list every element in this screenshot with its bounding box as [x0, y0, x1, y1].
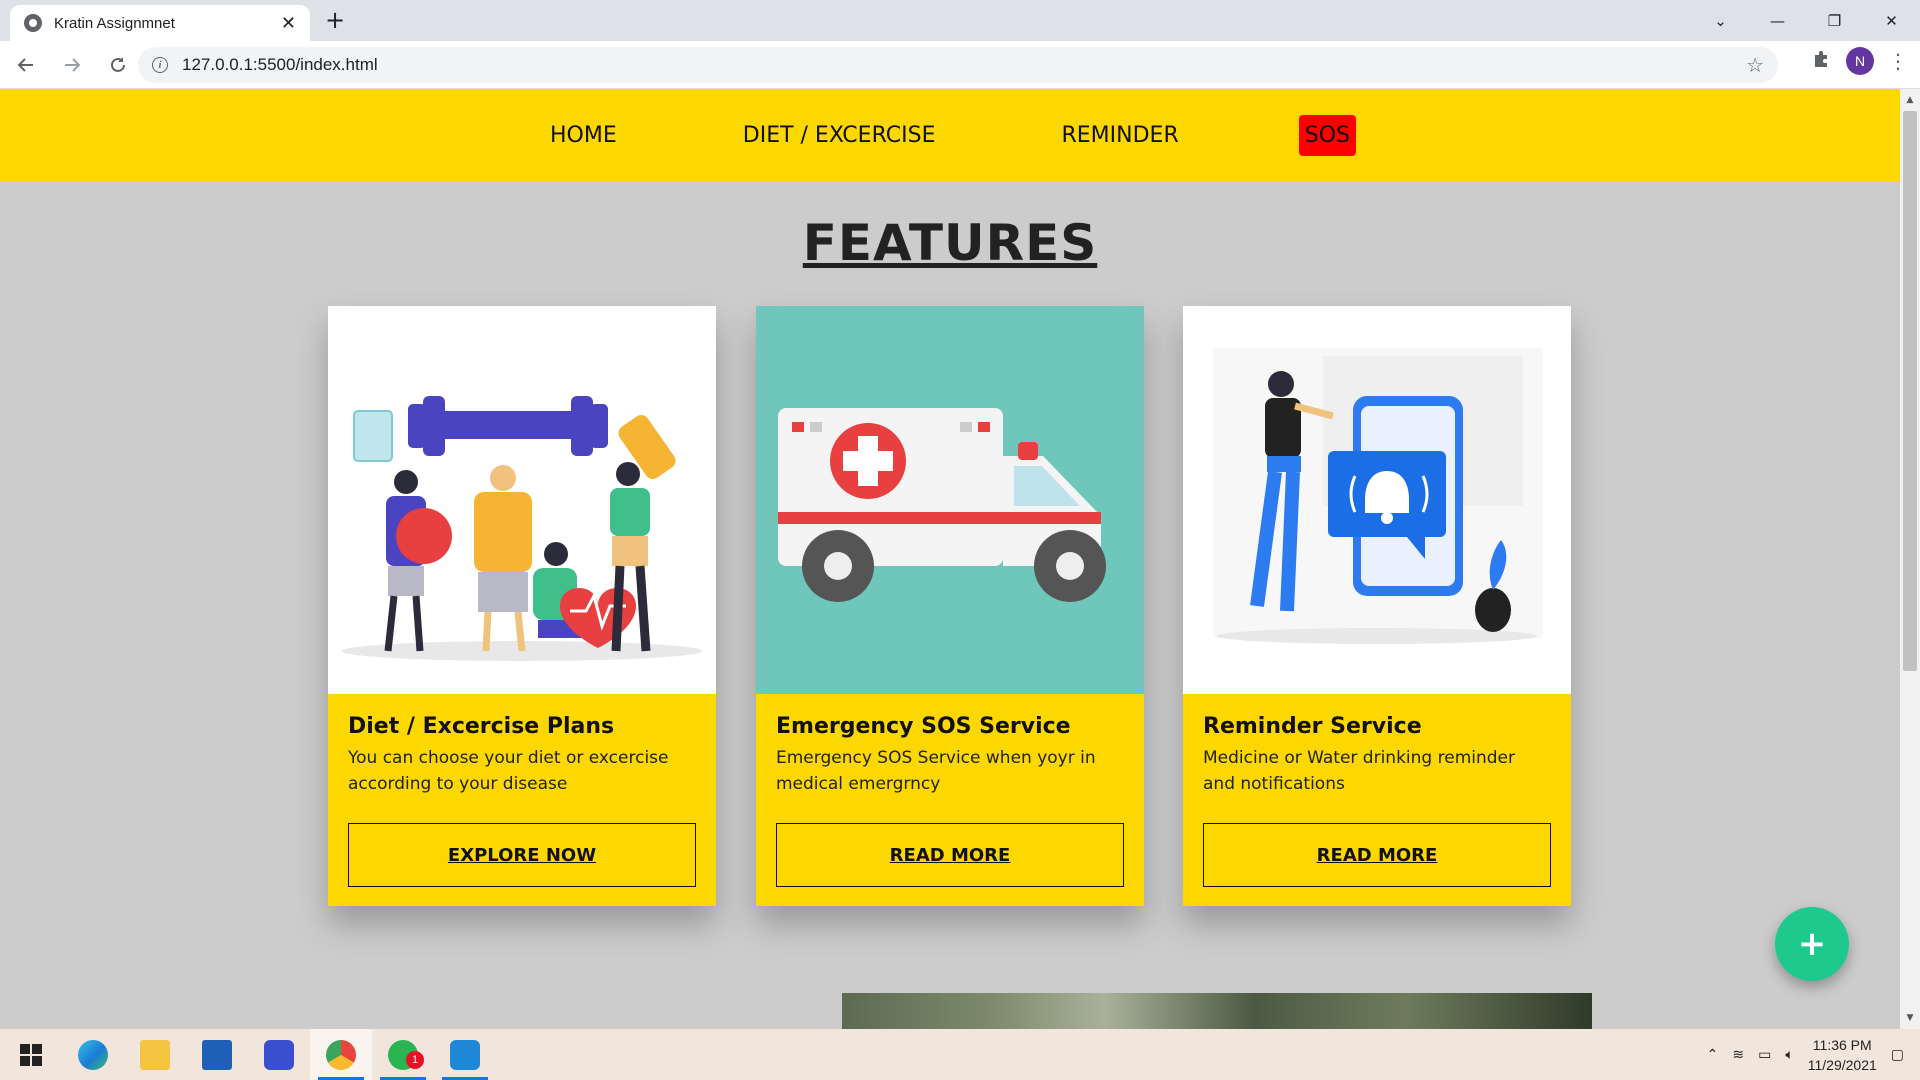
feature-card-sos: Emergency SOS Service Emergency SOS Serv…: [756, 306, 1144, 906]
page-viewport: HOME DIET / EXCERCISE REMINDER SOS FEATU…: [0, 89, 1900, 1029]
close-tab-icon[interactable]: ✕: [281, 13, 296, 34]
foliage-photo: [842, 993, 1592, 1029]
back-icon[interactable]: [6, 45, 46, 85]
browser-tab[interactable]: Kratin Assignmnet ✕: [10, 5, 310, 41]
clock-date: 11/29/2021: [1807, 1056, 1877, 1073]
card-description: You can choose your diet or excercise ac…: [348, 748, 669, 794]
scroll-down-arrow-icon[interactable]: ▼: [1900, 1009, 1920, 1027]
card-title: Reminder Service: [1203, 714, 1422, 739]
whatsapp-badge: 1: [406, 1051, 424, 1069]
edge-browser-icon[interactable]: [62, 1029, 124, 1080]
bookmark-star-icon[interactable]: ☆: [1746, 53, 1764, 77]
reminder-illustration: [1183, 306, 1571, 694]
explore-now-button[interactable]: EXPLORE NOW: [348, 823, 696, 887]
file-explorer-icon[interactable]: [124, 1029, 186, 1080]
tab-title: Kratin Assignmnet: [54, 14, 175, 32]
browser-toolbar: i 127.0.0.1:5500/index.html ☆ N ⋮: [0, 41, 1920, 89]
scrollbar-thumb[interactable]: [1903, 111, 1917, 671]
minimize-button[interactable]: —: [1749, 0, 1806, 41]
reload-icon[interactable]: [98, 45, 138, 85]
extensions-puzzle-icon[interactable]: [1812, 49, 1832, 74]
features-heading: FEATURES: [802, 214, 1098, 272]
restore-button[interactable]: ❐: [1806, 0, 1863, 41]
globe-icon: [24, 14, 42, 32]
chrome-icon[interactable]: [310, 1029, 372, 1080]
battery-icon[interactable]: ▭: [1758, 1046, 1771, 1063]
menu-kebab-icon[interactable]: ⋮: [1888, 49, 1908, 73]
windows-start-icon[interactable]: [0, 1029, 62, 1080]
card-description: Emergency SOS Service when yoyr in medic…: [776, 748, 1096, 794]
nav-home[interactable]: HOME: [544, 117, 623, 154]
vscode-icon[interactable]: [434, 1029, 496, 1080]
window-controls: ⌄ — ❐ ✕: [1692, 0, 1920, 41]
card-title: Emergency SOS Service: [776, 714, 1071, 739]
read-more-reminder-button[interactable]: READ MORE: [1203, 823, 1551, 887]
feature-card-diet: Diet / Excercise Plans You can choose yo…: [328, 306, 716, 906]
diet-illustration: [328, 306, 716, 694]
read-more-sos-button[interactable]: READ MORE: [776, 823, 1124, 887]
wifi-icon[interactable]: ≋: [1732, 1046, 1744, 1063]
nav-reminder[interactable]: REMINDER: [1055, 117, 1184, 154]
floating-add-button[interactable]: +: [1775, 907, 1849, 981]
windows-taskbar: 1 ⌃ ≋ ▭ 🔈︎ 11:36 PM 11/29/2021 ▢: [0, 1029, 1920, 1080]
chevron-up-icon[interactable]: ⌃: [1707, 1046, 1719, 1063]
system-tray: ⌃ ≋ ▭ 🔈︎ 11:36 PM 11/29/2021 ▢: [1707, 1029, 1920, 1080]
ahead-app-icon[interactable]: [248, 1029, 310, 1080]
address-bar[interactable]: i 127.0.0.1:5500/index.html ☆: [138, 47, 1778, 83]
nav-sos[interactable]: SOS: [1298, 115, 1356, 156]
browser-tabbar: Kratin Assignmnet ✕ + ⌄ — ❐ ✕: [0, 0, 1920, 41]
nav-diet-excercise[interactable]: DIET / EXCERCISE: [737, 117, 942, 154]
clock[interactable]: 11:36 PM 11/29/2021: [1808, 1035, 1877, 1075]
card-description: Medicine or Water drinking reminder and …: [1203, 748, 1515, 794]
clock-time: 11:36 PM: [1812, 1036, 1872, 1053]
notification-icon[interactable]: ▢: [1891, 1046, 1904, 1063]
mail-icon[interactable]: [186, 1029, 248, 1080]
forward-icon[interactable]: [52, 45, 92, 85]
close-window-button[interactable]: ✕: [1863, 0, 1920, 41]
profile-avatar[interactable]: N: [1846, 47, 1874, 75]
feature-card-reminder: Reminder Service Medicine or Water drink…: [1183, 306, 1571, 906]
volume-icon[interactable]: 🔈︎: [1785, 1046, 1793, 1063]
ambulance-illustration: [756, 306, 1144, 694]
new-tab-button[interactable]: +: [325, 6, 345, 34]
site-info-icon[interactable]: i: [152, 57, 168, 73]
tab-search-icon[interactable]: ⌄: [1692, 0, 1749, 41]
page-scrollbar[interactable]: ▲ ▼: [1900, 89, 1920, 1029]
scroll-up-arrow-icon[interactable]: ▲: [1900, 91, 1920, 109]
card-title: Diet / Excercise Plans: [348, 714, 615, 739]
toolbar-right: N ⋮: [1812, 47, 1908, 75]
url-text[interactable]: 127.0.0.1:5500/index.html: [182, 55, 1746, 75]
site-navbar: HOME DIET / EXCERCISE REMINDER SOS: [0, 89, 1900, 182]
whatsapp-icon[interactable]: 1: [372, 1029, 434, 1080]
